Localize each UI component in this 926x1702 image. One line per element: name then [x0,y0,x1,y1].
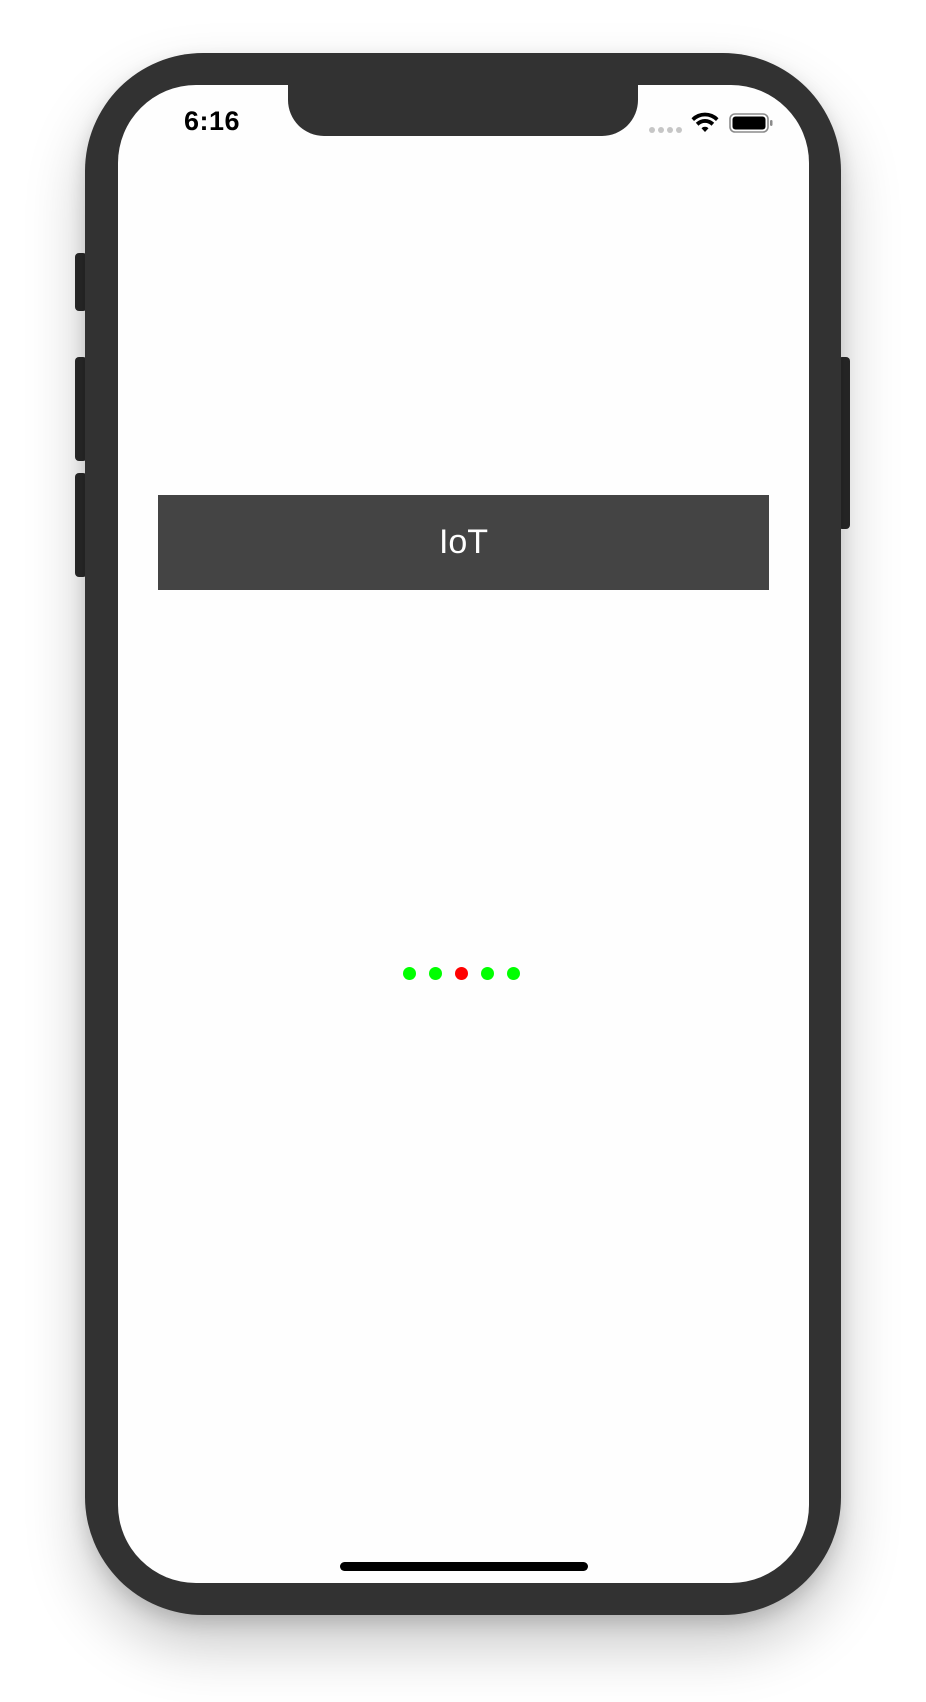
notch [288,85,638,136]
title-bar: IoT [158,495,769,590]
page-dot-active[interactable] [455,967,468,980]
status-time: 6:16 [184,106,241,136]
cellular-signal-icon [649,127,683,133]
wifi-icon [691,112,719,132]
phone-screen: 6:16 IoT [118,85,809,1583]
page-indicator [403,967,528,981]
page-title: IoT [438,523,489,561]
page-dot[interactable] [507,967,520,980]
page-dot[interactable] [403,967,416,980]
page-dot[interactable] [481,967,494,980]
home-indicator[interactable] [340,1562,588,1571]
device-frame-stage: 6:16 IoT [0,0,926,1702]
page-dot[interactable] [429,967,442,980]
battery-icon [729,113,773,133]
